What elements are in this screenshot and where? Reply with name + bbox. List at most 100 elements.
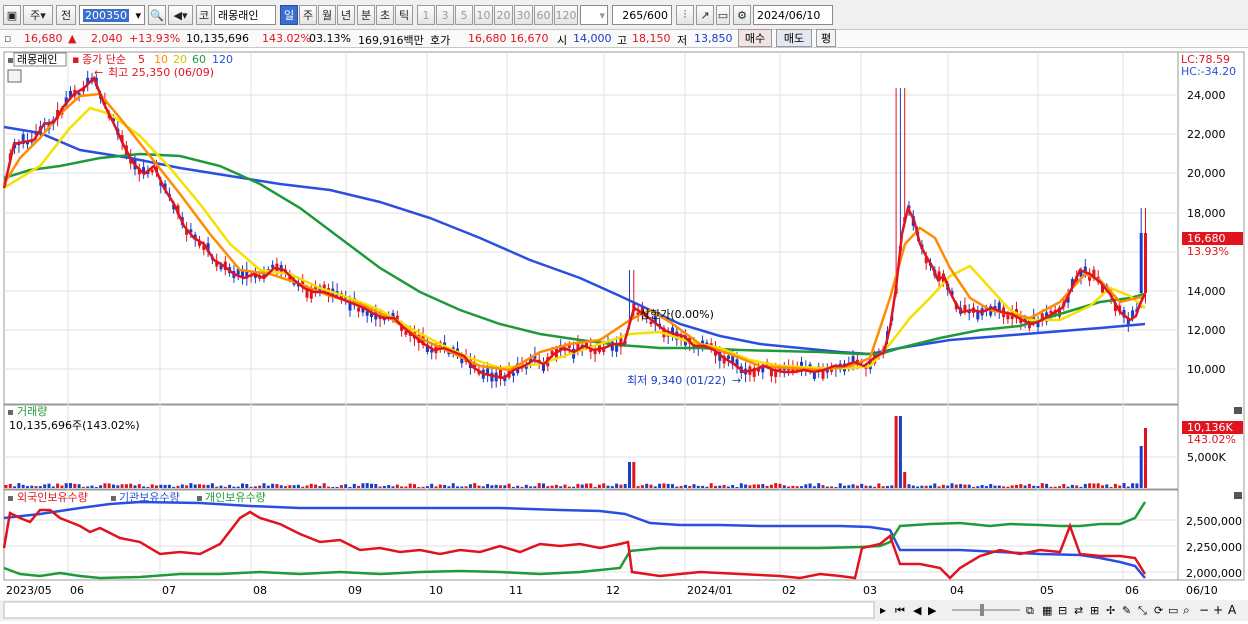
tab-month[interactable]: 월 [318,5,336,25]
volume-bar [735,486,739,488]
interval-5[interactable]: 5 [455,5,473,25]
interval-60[interactable]: 60 [534,5,553,25]
stock-name-field[interactable]: 래몽래인 [214,5,276,25]
prev-button[interactable]: 전 [56,5,76,25]
y-tick-12000: 12,000 [1187,324,1226,337]
ruler-icon[interactable]: ⊞ [1090,604,1099,617]
chevron-down-icon[interactable]: ▾ [599,9,605,22]
grid-icon[interactable]: ▦ [1042,604,1052,617]
tab-second-label: 초 [379,9,391,22]
volume-bar [524,484,528,488]
volume-bar [997,485,1001,488]
high-arrow-icon: ← [94,66,103,79]
volume-bar [1122,483,1126,488]
low-marker: 최저 9,340 (01/22) [627,374,726,387]
volume-bar [920,485,924,488]
tab-minute[interactable]: 분 [357,5,375,25]
save-icon[interactable]: ▭ [716,5,730,25]
crosshair-icon[interactable]: ✢ [1106,604,1115,617]
volume-bar [387,485,391,488]
volume-bar [103,483,107,488]
stock-code-input[interactable]: 200350 ▾ [79,5,145,25]
tab-second[interactable]: 초 [376,5,394,25]
scroll-track[interactable] [3,601,875,619]
volume-bar [1070,484,1074,488]
first-page-icon[interactable]: ⏮ [895,604,905,617]
x-label-11: 11 [509,584,523,597]
candle-icon[interactable]: ⫶ [676,5,694,25]
screen-icon[interactable]: ▭ [1168,604,1178,617]
inst-settings-icon[interactable]: ▪ [110,493,117,504]
gear-icon[interactable]: ⚙ [733,5,751,25]
zoom-out-icon[interactable]: − [1199,603,1209,617]
stretch-icon[interactable]: ⇄ [1074,604,1083,617]
prev-page-icon[interactable]: ◀ [913,604,922,617]
draw-icon[interactable]: ✎ [1122,604,1131,617]
volume-bar [486,484,490,488]
chevron-down-icon[interactable]: ▾ [135,9,141,22]
trendline-icon[interactable]: ↗ [696,5,714,25]
interval-120[interactable]: 120 [554,5,578,25]
interval-20[interactable]: 20 [494,5,513,25]
interval-10[interactable]: 10 [474,5,493,25]
volume-bar [645,483,649,488]
volume-bar [107,483,111,488]
zoom-in-icon[interactable]: + [1213,603,1223,617]
holdings-settings-icon[interactable]: ▪ [7,493,14,504]
volume-bar [916,486,920,488]
y-tick-18000: 18,000 [1187,207,1226,220]
volume-bar [739,483,743,488]
count-value: 265 [622,8,644,22]
magnify-icon[interactable]: ⌕ [1183,603,1190,617]
tab-tick[interactable]: 틱 [395,5,413,25]
pan-icon[interactable]: ⤡ [1138,604,1147,617]
font-size-icon[interactable]: A [1228,603,1237,617]
checkbox-icon[interactable]: ▫ [4,32,11,45]
volume-bar [937,486,941,488]
sell-button[interactable]: 매도 [776,29,812,47]
settings-dot-icon[interactable]: ▪ [7,55,14,66]
window-menu-icon[interactable]: ▣ [3,5,21,25]
tab-week[interactable]: 주 [299,5,317,25]
buy-button[interactable]: 매수 [738,29,772,47]
volume-bar [666,483,670,488]
volume-bar [499,485,502,488]
tab-year[interactable]: 년 [337,5,355,25]
next-page-icon[interactable]: ▶ [928,604,937,617]
market-select[interactable]: 주 ▾ [23,5,53,25]
volume-bar [533,486,537,488]
zoom-handle[interactable] [980,604,984,616]
interval-3[interactable]: 3 [436,5,454,25]
refresh-icon[interactable]: ⟳ [1154,604,1163,617]
volume-bar [443,484,447,488]
volume-bar [309,483,313,488]
table-icon[interactable] [7,69,22,83]
volume-bar [838,483,842,488]
volume-bar [675,486,679,488]
volume-bar [954,484,958,488]
ma-settings-icon[interactable]: ▪ [72,53,79,66]
current-pct-axis: 13.93% [1187,245,1229,258]
volume-bar [1131,483,1135,488]
x-label-04: 04 [950,584,964,597]
count-field[interactable]: 265/600 [612,5,672,25]
holdings-close-icon[interactable] [1234,492,1242,499]
volume-settings-icon[interactable]: ▪ [7,407,14,418]
interval-1[interactable]: 1 [417,5,435,25]
volume-bar [189,483,193,488]
hc-label: HC:-34.20 [1181,65,1236,78]
date-input[interactable]: 2024/06/10 [753,5,833,25]
compare-icon[interactable]: ⊟ [1058,604,1067,617]
layout-icon[interactable]: ⧉ [1026,604,1034,617]
volume-bar [56,483,60,488]
tab-day[interactable]: 일 [280,5,298,25]
interval-custom-input[interactable]: ▾ [580,5,608,25]
interval-30[interactable]: 30 [514,5,533,25]
scroll-right-icon[interactable]: ▸ [880,603,886,617]
eval-button[interactable]: 평 [816,29,836,47]
sound-icon[interactable]: ◀▾ [168,5,193,25]
ma10-label: 10 [154,53,168,66]
candle-body [511,372,515,376]
search-icon[interactable]: 🔍 [148,5,166,25]
volume-close-icon[interactable] [1234,407,1242,414]
